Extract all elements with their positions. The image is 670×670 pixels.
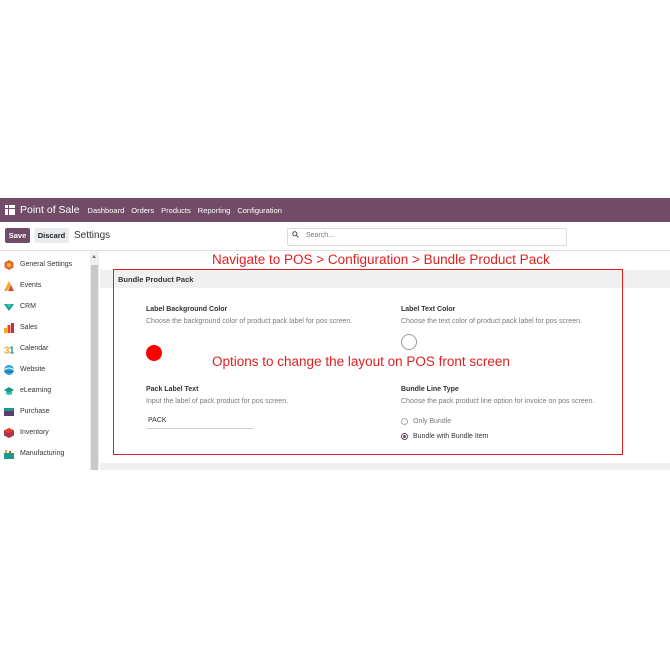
sidebar-item-calendar[interactable]: 31 Calendar xyxy=(0,339,88,359)
settings-sidebar: General Settings Events CRM Sales 31 Cal… xyxy=(0,251,90,470)
search-placeholder: Search... xyxy=(306,232,335,239)
sidebar-item-crm[interactable]: CRM xyxy=(0,297,88,317)
search-icon xyxy=(292,231,299,238)
menu-configuration[interactable]: Configuration xyxy=(237,206,282,215)
navigate-annotation: Navigate to POS > Configuration > Bundle… xyxy=(212,252,550,267)
sidebar-item-website[interactable]: Website xyxy=(0,360,88,380)
sidebar-item-purchase[interactable]: Purchase xyxy=(0,402,88,422)
purchase-icon xyxy=(4,408,14,416)
sidebar-item-label: Purchase xyxy=(20,408,50,415)
sidebar-item-label: General Settings xyxy=(20,261,73,268)
sidebar-item-inventory[interactable]: Inventory xyxy=(0,423,88,443)
menu-orders[interactable]: Orders xyxy=(131,206,154,215)
save-button[interactable]: Save xyxy=(5,228,30,243)
options-annotation: Options to change the layout on POS fron… xyxy=(212,354,510,369)
control-panel: Save Discard Settings Search... xyxy=(0,222,670,251)
scroll-up-arrow-icon[interactable] xyxy=(92,255,96,258)
screenshot-frame: Point of Sale Dashboard Orders Products … xyxy=(0,198,670,470)
section-footer xyxy=(100,463,670,470)
sidebar-item-label: Manufacturing xyxy=(20,450,65,457)
svg-text:1: 1 xyxy=(9,346,14,355)
sidebar-item-general-settings[interactable]: General Settings xyxy=(0,255,88,275)
sidebar-item-elearning[interactable]: eLearning xyxy=(0,381,88,401)
search-input[interactable]: Search... xyxy=(287,228,567,246)
sidebar-item-events[interactable]: Events xyxy=(0,276,88,296)
sidebar-scrollbar-thumb[interactable] xyxy=(91,265,98,470)
discard-button[interactable]: Discard xyxy=(34,228,69,243)
apps-grid-icon[interactable] xyxy=(5,205,15,215)
general-settings-icon xyxy=(4,260,14,270)
sidebar-item-label: Inventory xyxy=(20,429,49,436)
menu-reporting[interactable]: Reporting xyxy=(198,206,231,215)
breadcrumb: Settings xyxy=(74,230,111,241)
inventory-icon xyxy=(4,428,14,438)
menu-dashboard[interactable]: Dashboard xyxy=(88,206,125,215)
manufacturing-icon xyxy=(4,450,14,459)
sidebar-item-label: Events xyxy=(20,282,42,289)
menu-products[interactable]: Products xyxy=(161,206,191,215)
sidebar-item-label: Website xyxy=(20,366,46,373)
sidebar-item-manufacturing[interactable]: Manufacturing xyxy=(0,444,88,464)
sidebar-item-sales[interactable]: Sales xyxy=(0,318,88,338)
sidebar-item-label: CRM xyxy=(20,303,36,310)
top-navbar: Point of Sale Dashboard Orders Products … xyxy=(0,198,670,222)
calendar-icon: 31 xyxy=(4,346,14,355)
sidebar-item-label: eLearning xyxy=(20,387,52,394)
elearning-icon xyxy=(4,387,14,395)
events-icon xyxy=(4,281,14,291)
app-title[interactable]: Point of Sale xyxy=(20,204,80,216)
crm-icon xyxy=(4,304,14,311)
sidebar-item-label: Calendar xyxy=(20,345,49,352)
website-icon xyxy=(4,365,14,375)
sales-icon xyxy=(4,323,14,333)
sidebar-item-label: Sales xyxy=(20,324,38,331)
